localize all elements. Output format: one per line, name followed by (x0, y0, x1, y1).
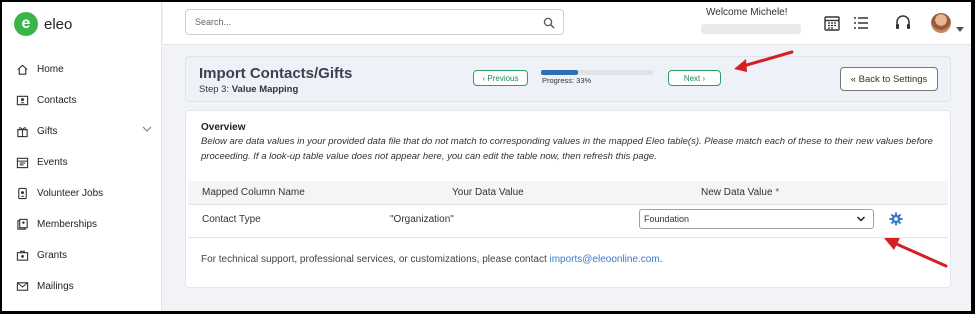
home-icon (15, 63, 29, 77)
support-email-link[interactable]: imports@eleoonline.com (550, 254, 660, 265)
sidebar-item-label: Contacts (37, 95, 77, 106)
user-subtitle-redacted (701, 24, 801, 34)
contacts-icon (15, 94, 29, 108)
sidebar-item-mailings[interactable]: Mailings (2, 271, 162, 302)
mail-icon (15, 280, 29, 294)
sidebar-nav: Home Contacts Gifts Events Volunteer Job… (2, 54, 162, 302)
headset-icon[interactable] (894, 14, 912, 32)
calendar-icon[interactable] (823, 14, 841, 32)
progress-fill (541, 70, 578, 75)
membership-icon (15, 218, 29, 232)
welcome-message: Welcome Michele! (706, 7, 788, 18)
chevron-down-icon[interactable] (142, 125, 152, 136)
previous-button[interactable]: ‹ Previous (473, 70, 528, 86)
logo[interactable]: e eleo (14, 12, 72, 36)
sidebar-item-label: Grants (37, 250, 68, 261)
double-chevron-left-icon: « (850, 73, 859, 85)
table-header: Mapped Column Name Your Data Value New D… (188, 181, 948, 205)
required-marker: * (775, 187, 780, 198)
sidebar-item-label: Mailings (37, 281, 74, 292)
column-header-your-data-value: Your Data Value (452, 187, 524, 198)
progress-bar (541, 70, 653, 75)
sidebar-item-label: Memberships (37, 219, 98, 230)
search-box (185, 9, 564, 35)
search-icon[interactable] (543, 16, 555, 34)
support-message: For technical support, professional serv… (201, 254, 550, 265)
next-button[interactable]: Next › (668, 70, 721, 86)
gift-icon (15, 125, 29, 139)
new-data-value-label: New Data Value (701, 187, 773, 198)
annotation-arrow-gear (884, 238, 948, 268)
sidebar-item-label: Events (37, 157, 68, 168)
list-icon[interactable] (852, 14, 870, 32)
previous-label: Previous (487, 73, 519, 83)
chevron-right-icon: › (700, 73, 706, 83)
sidebar-item-events[interactable]: Events (2, 147, 162, 178)
sidebar-item-gifts[interactable]: Gifts (2, 116, 162, 147)
mapped-column-cell: Contact Type (202, 214, 261, 225)
selected-value: Foundation (644, 214, 690, 224)
next-label: Next (683, 73, 701, 83)
logo-mark: e (14, 12, 38, 36)
gear-icon[interactable] (889, 212, 903, 229)
caret-down-icon[interactable] (956, 20, 964, 38)
step-indicator: Step 3: Value Mapping (199, 84, 298, 95)
overview-text: Below are data values in your provided d… (201, 136, 933, 162)
page-title: Import Contacts/Gifts (199, 65, 353, 82)
import-header: Import Contacts/Gifts Step 3: Value Mapp… (185, 56, 951, 102)
app-window: e eleo Home Contacts Gifts Events Volunt… (2, 2, 971, 311)
grant-icon (15, 249, 29, 263)
column-header-mapped-column: Mapped Column Name (202, 187, 305, 198)
column-header-new-data-value: New Data Value * (701, 187, 779, 198)
topbar: Welcome Michele! (163, 2, 971, 45)
support-suffix: . (659, 254, 663, 265)
avatar[interactable] (931, 13, 951, 33)
sidebar: e eleo Home Contacts Gifts Events Volunt… (2, 2, 162, 311)
support-text: For technical support, professional serv… (201, 254, 662, 265)
sidebar-item-grants[interactable]: Grants (2, 240, 162, 271)
table-row: Contact Type "Organization" Foundation (188, 206, 948, 238)
overview-title: Overview (201, 122, 246, 133)
sidebar-item-home[interactable]: Home (2, 54, 162, 85)
value-mapping-panel: Overview Below are data values in your p… (185, 110, 951, 288)
step-prefix: Step 3: (199, 84, 230, 95)
sidebar-item-memberships[interactable]: Memberships (2, 209, 162, 240)
back-label: Back to Settings (858, 73, 928, 85)
sidebar-item-label: Gifts (37, 126, 58, 137)
logo-text: eleo (44, 15, 73, 33)
back-to-settings-button[interactable]: « Back to Settings (840, 67, 938, 91)
sidebar-item-label: Volunteer Jobs (37, 188, 104, 199)
sidebar-item-contacts[interactable]: Contacts (2, 85, 162, 116)
calendar-icon (15, 156, 29, 170)
volunteer-icon (15, 187, 29, 201)
data-value-cell: "Organization" (390, 214, 454, 225)
annotation-arrow-next (734, 50, 794, 72)
search-input[interactable] (186, 10, 526, 34)
step-name: Value Mapping (231, 84, 299, 95)
sidebar-item-label: Home (37, 64, 64, 75)
new-value-select[interactable]: Foundation (639, 209, 874, 229)
progress-label: Progress: 33% (542, 76, 592, 85)
sidebar-item-volunteer-jobs[interactable]: Volunteer Jobs (2, 178, 162, 209)
chevron-down-icon (856, 214, 866, 226)
